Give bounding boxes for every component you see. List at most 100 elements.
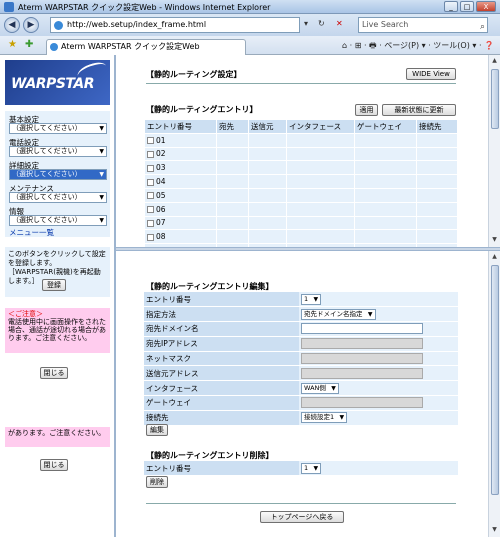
search-icon[interactable]: ⌕ <box>480 20 485 34</box>
entry-cell[interactable]: 08 <box>144 229 217 245</box>
sidebar-menu: 基本設定 （選択してください） ▼ 電話設定 （選択してください） ▼ 詳細設定 （… <box>5 111 110 237</box>
entry-checkbox[interactable] <box>147 178 154 186</box>
favorites-star-icon[interactable]: ★ <box>8 39 17 50</box>
chevron-down-icon: ▼ <box>99 148 104 155</box>
chevron-down-icon: ▼ <box>313 464 319 472</box>
domain-name-input[interactable] <box>301 323 423 335</box>
bottom-frame-scrollbar[interactable]: ▲ ▼ <box>488 251 500 537</box>
entry-number-select[interactable]: 1 ▼ <box>301 293 322 305</box>
ie-icon <box>4 2 14 12</box>
entry-checkbox[interactable] <box>147 233 154 241</box>
menu-select-phone[interactable]: （選択してください） ▼ <box>9 146 107 157</box>
top-page-button[interactable]: トップページへ戻る <box>260 511 344 523</box>
minimize-button[interactable]: _ <box>444 1 458 12</box>
netmask-input <box>301 353 423 365</box>
caution-text: 電話使用中に画面操作をされた場合、通話が途切れる場合があります。ご注意ください。 <box>8 318 106 342</box>
apply-button[interactable]: 適用 <box>355 104 378 116</box>
form-row: エントリ番号 1 ▼ <box>144 292 458 308</box>
column-header: ゲートウェイ <box>354 119 417 134</box>
column-header: 宛先 <box>216 119 249 134</box>
command-bar[interactable]: ⌂ · ⊞ · 🖶 · ページ(P) ▾ · ツール(O) ▾ · ❓ <box>342 40 494 54</box>
menu-select-basic[interactable]: （選択してください） ▼ <box>9 123 107 134</box>
interface-select[interactable]: WAN側 ▼ <box>301 382 339 394</box>
entry-cell[interactable]: 05 <box>144 187 217 203</box>
entry-cell[interactable]: 06 <box>144 201 217 217</box>
method-select[interactable]: 宛先ドメイン名指定 ▼ <box>301 308 376 320</box>
menu-select-advanced[interactable]: （選択してください） ▼ <box>9 169 107 180</box>
field-label: 宛先IPアドレス <box>144 336 299 352</box>
entry-cell[interactable]: 01 <box>144 132 217 148</box>
entry-cell[interactable]: 07 <box>144 215 217 231</box>
entry-checkbox[interactable] <box>147 219 154 227</box>
stop-icon[interactable]: ✕ <box>336 19 343 28</box>
field-label: 送信元アドレス <box>144 365 299 382</box>
page-icon <box>54 21 63 30</box>
chevron-down-icon: ▼ <box>99 125 104 132</box>
scroll-down-icon[interactable]: ▼ <box>490 526 499 535</box>
close-button[interactable]: 閉じる <box>40 367 68 379</box>
entry-checkbox[interactable] <box>147 206 154 214</box>
table-row: 01 <box>144 132 458 148</box>
window-title-bar: Aterm WARPSTAR クイック設定Web - Windows Inter… <box>0 0 500 14</box>
scroll-up-icon[interactable]: ▲ <box>490 253 499 262</box>
entry-number: 02 <box>156 149 166 159</box>
url-input[interactable]: http://web.setup/index_frame.html <box>50 17 300 33</box>
menu-select-value: （選択してください） <box>12 124 82 132</box>
divider <box>146 83 456 84</box>
table-header-row: エントリ番号 宛先 送信元 インタフェース ゲートウェイ 接続先 <box>144 119 458 134</box>
menu-list-link[interactable]: メニュー一覧 <box>9 227 54 238</box>
delete-section-title: 【静的ルーティングエントリ削除】 <box>146 451 274 460</box>
page-title: 【静的ルーティング設定】 <box>146 70 242 79</box>
table-row: 07 <box>144 215 458 231</box>
column-header: 接続先 <box>416 119 458 134</box>
forward-button[interactable]: ▶ <box>23 17 39 33</box>
window-title: Aterm WARPSTAR クイック設定Web - Windows Inter… <box>18 3 271 12</box>
entry-checkbox[interactable] <box>147 150 154 158</box>
edit-button[interactable]: 編集 <box>146 424 168 436</box>
top-frame-scrollbar[interactable]: ▲ ▼ <box>488 55 500 247</box>
register-button[interactable]: 登録 <box>42 279 66 291</box>
scroll-down-icon[interactable]: ▼ <box>490 236 499 245</box>
sidebar-frame: WARPSTAR 基本設定 （選択してください） ▼ 電話設定 （選択してください… <box>0 55 116 537</box>
tab-warpstar[interactable]: Aterm WARPSTAR クイック設定Web <box>46 39 246 55</box>
menu-select-value: （選択してください） <box>12 193 82 201</box>
select-value: 1 <box>304 294 309 303</box>
dropdown-arrow-icon[interactable]: ▾ <box>304 19 308 28</box>
form-row: エントリ番号 1 ▼ <box>144 461 458 477</box>
maximize-button[interactable]: □ <box>460 1 474 12</box>
select-value: 宛先ドメイン名指定 <box>304 309 363 318</box>
search-input[interactable]: Live Search ⌕ <box>358 17 488 33</box>
entry-cell[interactable]: 04 <box>144 174 217 189</box>
entry-cell[interactable]: 02 <box>144 146 217 162</box>
form-row: ネットマスク <box>144 351 458 367</box>
add-favorites-icon[interactable]: ✚ <box>25 39 33 50</box>
entry-section-title: 【静的ルーティングエントリ】 <box>146 105 258 114</box>
refresh-icon[interactable]: ↻ <box>318 19 325 28</box>
edit-form-table: エントリ番号 1 ▼ 指定方法 宛先ドメイン名指定 ▼ 宛先ドメイン名 宛先IPアドレス… <box>144 292 458 426</box>
wide-view-button[interactable]: WIDE View <box>406 68 456 80</box>
connection-select[interactable]: 接続設定1 ▼ <box>301 412 348 424</box>
back-button[interactable]: ◀ <box>4 17 20 33</box>
entry-number: 05 <box>156 190 166 200</box>
menu-select-value: （選択してください） <box>12 216 82 224</box>
refresh-status-button[interactable]: 最新状態に更新 <box>382 104 456 116</box>
delete-entry-select[interactable]: 1 ▼ <box>301 462 322 474</box>
scroll-up-icon[interactable]: ▲ <box>490 57 499 66</box>
delete-button[interactable]: 削除 <box>146 476 168 488</box>
entry-checkbox[interactable] <box>147 137 154 145</box>
scroll-thumb[interactable] <box>491 69 499 129</box>
entry-checkbox[interactable] <box>147 192 154 200</box>
scroll-thumb[interactable] <box>491 265 499 495</box>
field-label: 接続先 <box>144 410 299 426</box>
menu-select-info[interactable]: （選択してください） ▼ <box>9 215 107 226</box>
form-row: 送信元アドレス <box>144 365 458 382</box>
entry-cell[interactable]: 03 <box>144 160 217 176</box>
column-header: エントリ番号 <box>144 119 217 134</box>
chevron-down-icon: ▼ <box>339 414 345 422</box>
entry-checkbox[interactable] <box>147 164 154 172</box>
menu-select-maintenance[interactable]: （選択してください） ▼ <box>9 192 107 203</box>
column-header: インタフェース <box>286 119 355 134</box>
close-window-button[interactable]: X <box>476 1 496 12</box>
close-button-2[interactable]: 閉じる <box>40 459 68 471</box>
form-row: ゲートウェイ <box>144 395 458 411</box>
